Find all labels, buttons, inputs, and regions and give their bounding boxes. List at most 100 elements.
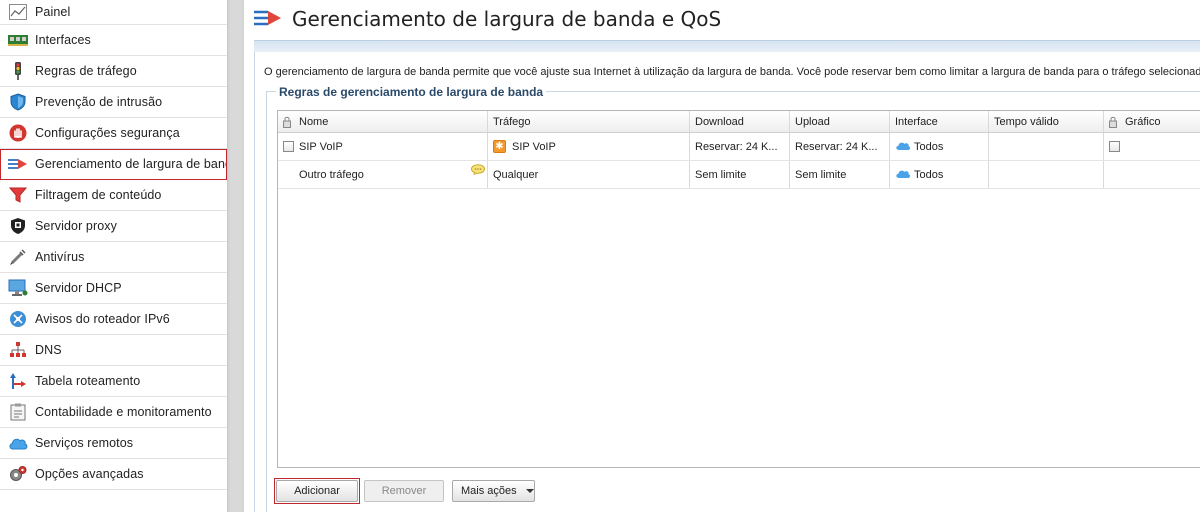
- monitor-icon: [8, 279, 28, 297]
- ipv6-network-icon: [8, 310, 28, 328]
- more-actions-button[interactable]: Mais ações: [452, 480, 535, 502]
- cell-graph: [1104, 161, 1200, 188]
- sidebar-item-label: Antivírus: [35, 250, 85, 264]
- sip-voip-icon: ✱: [493, 140, 506, 153]
- sidebar-item-prevencao-intrusao[interactable]: Prevenção de intrusão: [0, 87, 227, 118]
- sidebar-item-filtragem-conteudo[interactable]: Filtragem de conteúdo: [0, 180, 227, 211]
- traffic-value: SIP VoIP: [512, 140, 556, 153]
- sidebar-item-label: Serviços remotos: [35, 436, 134, 450]
- cell-download: Sem limite: [690, 161, 790, 188]
- interface-value: Todos: [914, 140, 944, 153]
- sidebar-item-label: Regras de tráfego: [35, 64, 137, 78]
- sidebar-item-gerenciamento-largura-banda[interactable]: Gerenciamento de largura de banda: [0, 149, 227, 180]
- sidebar-item-tabela-roteamento[interactable]: Tabela roteamento: [0, 366, 227, 397]
- column-label: Download: [695, 115, 744, 128]
- cell-valid-time: [989, 133, 1104, 160]
- cell-upload: Reservar: 24 K...: [790, 133, 890, 160]
- shield-icon: [8, 93, 28, 111]
- cell-name: SIP VoIP: [278, 133, 488, 160]
- table-row[interactable]: Outro tráfego Qualquer Sem limite Sem li…: [278, 161, 1200, 189]
- hand-stop-icon: [8, 124, 28, 142]
- add-button[interactable]: Adicionar: [276, 480, 358, 502]
- chevron-down-icon: [525, 489, 534, 493]
- column-header-grafico[interactable]: Gráfico: [1104, 111, 1200, 132]
- cell-interface: Todos: [890, 161, 989, 188]
- column-header-download[interactable]: Download: [690, 111, 790, 132]
- column-header-trafego[interactable]: Tráfego: [488, 111, 690, 132]
- bandwidth-arrow-icon: [8, 155, 28, 173]
- sidebar-item-label: DNS: [35, 343, 62, 357]
- sidebar-item-label: Opções avançadas: [35, 467, 144, 481]
- sidebar-item-label: Contabilidade e monitoramento: [35, 405, 212, 419]
- column-header-upload[interactable]: Upload: [790, 111, 890, 132]
- interface-value: Todos: [914, 168, 944, 181]
- table-header-row: Nome Tráfego Download Upload Interface T…: [278, 111, 1200, 133]
- sidebar: Painel Interfaces Regras de tráfego Prev…: [0, 0, 227, 512]
- sidebar-item-servicos-remotos[interactable]: Serviços remotos: [0, 428, 227, 459]
- sidebar-item-label: Servidor proxy: [35, 219, 117, 233]
- download-value: Sem limite: [695, 168, 747, 181]
- cell-name: Outro tráfego: [278, 161, 488, 188]
- column-header-tempo-valido[interactable]: Tempo válido: [989, 111, 1104, 132]
- sidebar-item-label: Configurações segurança: [35, 126, 180, 140]
- sidebar-item-regras-trafego[interactable]: Regras de tráfego: [0, 56, 227, 87]
- sidebar-item-dns[interactable]: DNS: [0, 335, 227, 366]
- sidebar-item-label: Servidor DHCP: [35, 281, 122, 295]
- action-bar: Adicionar Remover Mais ações: [274, 478, 535, 504]
- cell-valid-time: [989, 161, 1104, 188]
- sidebar-item-servidor-dhcp[interactable]: Servidor DHCP: [0, 273, 227, 304]
- sidebar-scrollbar-thumb[interactable]: [230, 0, 242, 512]
- sidebar-item-label: Prevenção de intrusão: [35, 95, 163, 109]
- section-title: Regras de gerenciamento de largura de ba…: [276, 85, 547, 99]
- column-label: Tráfego: [493, 115, 531, 128]
- sidebar-item-interfaces[interactable]: Interfaces: [0, 25, 227, 56]
- network-card-icon: [8, 31, 28, 49]
- sidebar-item-label: Interfaces: [35, 33, 91, 47]
- comment-icon: [471, 164, 485, 178]
- sidebar-item-label: Gerenciamento de largura de banda: [35, 157, 227, 171]
- routing-arrows-icon: [8, 372, 28, 390]
- sidebar-item-opcoes-avancadas[interactable]: Opções avançadas: [0, 459, 227, 490]
- sidebar-scrollbar[interactable]: [227, 0, 244, 512]
- dns-tree-icon: [8, 341, 28, 359]
- sidebar-item-contabilidade-monitoramento[interactable]: Contabilidade e monitoramento: [0, 397, 227, 428]
- chart-icon: [8, 3, 28, 21]
- lock-icon: [283, 116, 291, 128]
- column-label: Tempo válido: [994, 115, 1059, 128]
- gears-icon: [8, 465, 28, 483]
- download-value: Reservar: 24 K...: [695, 140, 778, 153]
- more-actions-label: Mais ações: [461, 485, 517, 497]
- cloud-icon: [895, 168, 911, 182]
- clipboard-icon: [8, 403, 28, 421]
- cell-download: Reservar: 24 K...: [690, 133, 790, 160]
- funnel-icon: [8, 186, 28, 204]
- enable-checkbox[interactable]: [283, 141, 294, 152]
- cell-traffic: ✱ SIP VoIP: [488, 133, 690, 160]
- remove-button[interactable]: Remover: [364, 480, 444, 502]
- page-header: Gerenciamento de largura de banda e QoS: [254, 4, 721, 34]
- sidebar-item-avisos-roteador-ipv6[interactable]: Avisos do roteador IPv6: [0, 304, 227, 335]
- page-description: O gerenciamento de largura de banda perm…: [264, 66, 1200, 78]
- cell-interface: Todos: [890, 133, 989, 160]
- column-label: Interface: [895, 115, 938, 128]
- column-header-interface[interactable]: Interface: [890, 111, 989, 132]
- page-title: Gerenciamento de largura de banda e QoS: [292, 7, 722, 31]
- column-label: Gráfico: [1125, 115, 1161, 128]
- column-label: Upload: [795, 115, 830, 128]
- sidebar-item-label: Avisos do roteador IPv6: [35, 312, 170, 326]
- sidebar-item-configuracoes-seguranca[interactable]: Configurações segurança: [0, 118, 227, 149]
- cloud-icon: [895, 140, 911, 154]
- sidebar-item-label: Tabela roteamento: [35, 374, 141, 388]
- bandwidth-arrow-icon: [254, 8, 282, 31]
- traffic-value: Qualquer: [493, 168, 539, 181]
- sidebar-item-servidor-proxy[interactable]: Servidor proxy: [0, 211, 227, 242]
- rule-name: Outro tráfego: [299, 168, 364, 181]
- graph-checkbox[interactable]: [1109, 141, 1120, 152]
- column-header-nome[interactable]: Nome: [278, 111, 488, 132]
- sidebar-item-label: Painel: [35, 5, 71, 19]
- traffic-light-icon: [8, 62, 28, 80]
- sidebar-item-painel[interactable]: Painel: [0, 0, 227, 25]
- table-row[interactable]: SIP VoIP ✱ SIP VoIP Reservar: 24 K... Re…: [278, 133, 1200, 161]
- sidebar-item-antivirus[interactable]: Antivírus: [0, 242, 227, 273]
- main-panel: Gerenciamento de largura de banda e QoS …: [244, 0, 1200, 512]
